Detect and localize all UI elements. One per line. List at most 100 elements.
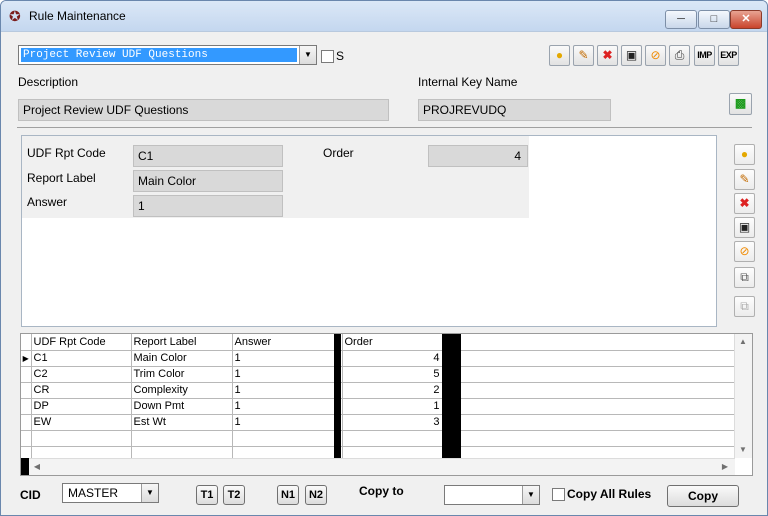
answer-field[interactable]: 1 (133, 195, 283, 217)
cell-label[interactable]: Trim Color (131, 366, 233, 383)
row-indicator (21, 398, 32, 415)
t2-button[interactable]: T2 (223, 485, 245, 505)
cid-label: CID (20, 488, 41, 502)
cancel-icon[interactable]: ⊘ (734, 241, 755, 262)
cancel-icon[interactable]: ⊘ (645, 45, 666, 66)
column-header[interactable]: Report Label (131, 334, 233, 351)
t1-button[interactable]: T1 (196, 485, 218, 505)
cell-answer[interactable]: 1 (232, 398, 343, 415)
cell-label[interactable]: Est Wt (131, 414, 233, 431)
internal-key-field[interactable]: PROJREVUDQ (418, 99, 611, 121)
delete-icon[interactable]: ✖ (597, 45, 618, 66)
table-row[interactable]: ▶ C1 Main Color 1 4 (21, 350, 734, 367)
scroll-down-icon[interactable]: ▼ (735, 442, 751, 458)
empty-cell[interactable] (31, 430, 132, 447)
copy-all-rules-checkbox[interactable] (552, 488, 565, 501)
maximize-button[interactable]: □ (698, 10, 730, 29)
cell-order[interactable]: 3 (342, 414, 443, 431)
table-row[interactable]: DP Down Pmt 1 1 (21, 398, 734, 415)
cid-select[interactable]: MASTER ▼ (62, 483, 159, 503)
save-icon[interactable]: ▣ (734, 217, 755, 238)
column-header[interactable]: Order (342, 334, 443, 351)
delete-icon[interactable]: ✖ (734, 193, 755, 214)
chevron-down-icon[interactable]: ▼ (522, 486, 539, 504)
cell-label[interactable]: Down Pmt (131, 398, 233, 415)
s-checkbox[interactable] (321, 50, 334, 63)
unlock-icon[interactable]: ▩ (729, 93, 752, 115)
cell-code[interactable]: EW (31, 414, 132, 431)
rules-table: UDF Rpt Code Report Label Answer Order ▶… (21, 334, 734, 463)
column-separator (334, 334, 341, 459)
scroll-up-icon[interactable]: ▲ (735, 334, 751, 350)
cell-answer[interactable]: 1 (232, 366, 343, 383)
edit-icon[interactable]: ✎ (734, 169, 755, 190)
row-indicator (21, 366, 32, 383)
order-field[interactable]: 4 (428, 145, 528, 167)
empty-cell[interactable] (232, 430, 343, 447)
table-row[interactable]: EW Est Wt 1 3 (21, 414, 734, 431)
vertical-scrollbar[interactable]: ▲ ▼ (734, 334, 752, 458)
scroll-left-icon[interactable]: ◀ (29, 459, 45, 475)
cell-code[interactable]: C1 (31, 350, 132, 367)
row-indicator-header (21, 334, 32, 351)
cell-answer[interactable]: 1 (232, 414, 343, 431)
table-row[interactable]: C2 Trim Color 1 5 (21, 366, 734, 383)
rule-maintenance-window: ✪ Rule Maintenance ─ □ ✕ Project Review … (0, 0, 768, 516)
table-row[interactable]: CR Complexity 1 2 (21, 382, 734, 399)
n1-button[interactable]: N1 (277, 485, 299, 505)
copy-to-label: Copy to (359, 484, 404, 498)
cell-label[interactable]: Complexity (131, 382, 233, 399)
export-button[interactable]: EXP (718, 45, 739, 66)
n2-button[interactable]: N2 (305, 485, 327, 505)
detail-panel: UDF Rpt Code C1 Report Label Main Color … (21, 135, 717, 327)
description-field[interactable]: Project Review UDF Questions (18, 99, 389, 121)
rules-grid: UDF Rpt Code Report Label Answer Order ▶… (20, 333, 753, 476)
save-icon[interactable]: ▣ (621, 45, 642, 66)
chevron-down-icon[interactable]: ▼ (141, 484, 158, 502)
new-icon[interactable]: ● (549, 45, 570, 66)
udf-rpt-code-label: UDF Rpt Code (27, 146, 106, 160)
empty-cell (442, 398, 734, 415)
scroll-right-icon[interactable]: ▶ (717, 459, 733, 475)
order-label: Order (323, 146, 354, 160)
edit-icon[interactable]: ✎ (573, 45, 594, 66)
copy-all-rules-label: Copy All Rules (567, 487, 652, 501)
cid-select-value: MASTER (68, 486, 119, 500)
copy-to-select[interactable]: ▼ (444, 485, 540, 505)
copy-button[interactable]: Copy (667, 485, 739, 507)
cell-order[interactable]: 2 (342, 382, 443, 399)
cell-answer[interactable]: 1 (232, 382, 343, 399)
rule-select[interactable]: Project Review UDF Questions ▼ (18, 45, 317, 65)
cell-answer[interactable]: 1 (232, 350, 343, 367)
cell-code[interactable]: DP (31, 398, 132, 415)
cell-order[interactable]: 1 (342, 398, 443, 415)
paste-icon[interactable]: ⧉ (734, 296, 755, 317)
horizontal-scrollbar[interactable]: ◀ ▶ (29, 458, 735, 475)
client-area: Project Review UDF Questions ▼ S ● ✎ ✖ ▣… (9, 32, 759, 512)
empty-header (442, 334, 734, 351)
chevron-down-icon[interactable]: ▼ (299, 46, 316, 64)
column-header[interactable]: UDF Rpt Code (31, 334, 132, 351)
empty-cell[interactable] (131, 430, 233, 447)
udf-rpt-code-field[interactable]: C1 (133, 145, 283, 167)
cell-code[interactable]: CR (31, 382, 132, 399)
cell-label[interactable]: Main Color (131, 350, 233, 367)
minimize-button[interactable]: ─ (665, 10, 697, 29)
row-indicator (21, 414, 32, 431)
close-button[interactable]: ✕ (730, 10, 762, 29)
cell-code[interactable]: C2 (31, 366, 132, 383)
empty-cell (442, 382, 734, 399)
new-icon[interactable]: ● (734, 144, 755, 165)
current-row-icon: ▶ (21, 350, 32, 367)
cell-order[interactable]: 5 (342, 366, 443, 383)
cell-order[interactable]: 4 (342, 350, 443, 367)
import-button[interactable]: IMP (694, 45, 715, 66)
star-icon: ✪ (9, 8, 21, 24)
empty-cell[interactable] (342, 430, 443, 447)
column-header[interactable]: Answer (232, 334, 343, 351)
table-row-empty[interactable] (21, 430, 734, 447)
report-label-label: Report Label (27, 171, 96, 185)
copy-record-icon[interactable]: ⧉ (734, 267, 755, 288)
report-label-field[interactable]: Main Color (133, 170, 283, 192)
print-icon[interactable]: ⎙ (669, 45, 690, 66)
